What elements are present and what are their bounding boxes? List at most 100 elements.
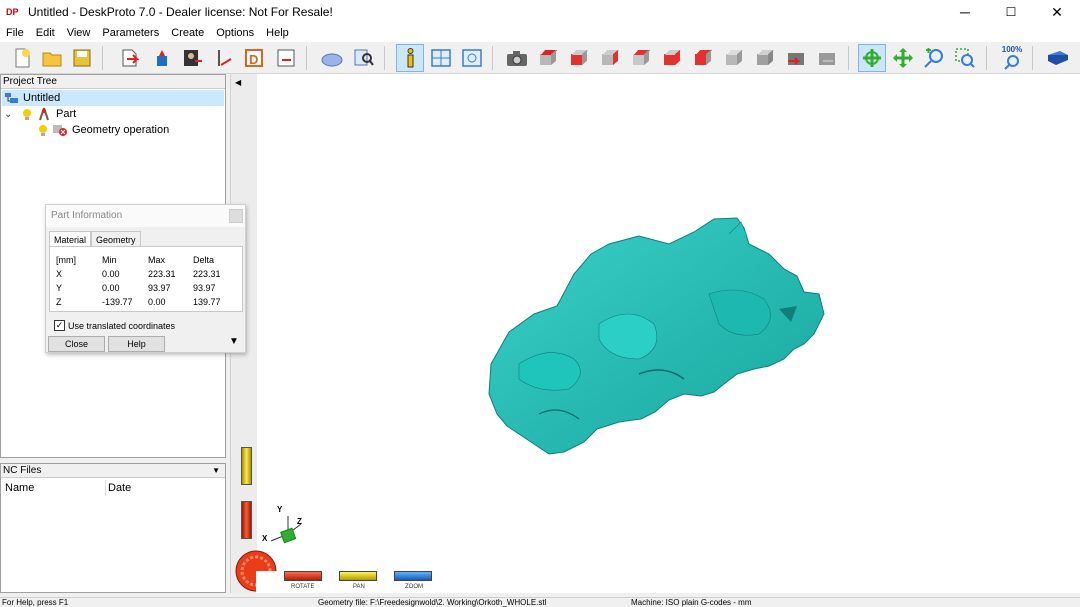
row-x-label: X: [56, 269, 63, 279]
menu-create[interactable]: Create: [165, 24, 210, 42]
header-min: Min: [102, 255, 117, 265]
dialog-close-icon[interactable]: [229, 209, 243, 223]
axis-triad: [270, 516, 302, 544]
export-icon[interactable]: [272, 44, 300, 72]
title-bar: DP Untitled - DeskProto 7.0 - Dealer lic…: [0, 0, 1080, 24]
dimensions-table: [mm] Min Max Delta X 0.00 223.31 223.31 …: [49, 246, 243, 312]
menu-options[interactable]: Options: [210, 24, 260, 42]
menu-help[interactable]: Help: [260, 24, 295, 42]
help-book-icon[interactable]: [1044, 44, 1072, 72]
close-window-button[interactable]: ✕: [1034, 0, 1080, 24]
translated-coordinates-option[interactable]: ✓ Use translated coordinates: [54, 320, 175, 331]
menu-file[interactable]: File: [0, 24, 30, 42]
menu-edit[interactable]: Edit: [30, 24, 61, 42]
part-wizard-icon[interactable]: [148, 44, 176, 72]
dxf-import-icon[interactable]: D: [240, 44, 268, 72]
header-delta: Delta: [193, 255, 215, 265]
open-folder-icon[interactable]: [38, 44, 66, 72]
status-machine: Machine: ISO plain G-codes - mm: [631, 598, 752, 607]
dropdown-arrow-icon[interactable]: ▼: [212, 464, 220, 478]
view-left-icon[interactable]: [658, 44, 686, 72]
pan-mode-button[interactable]: [339, 571, 377, 581]
camera-icon[interactable]: [503, 44, 531, 72]
view-side-icon[interactable]: [596, 44, 624, 72]
preview-icon[interactable]: [350, 44, 378, 72]
translated-coordinates-label: Use translated coordinates: [68, 320, 176, 331]
collapse-arrow-icon[interactable]: ◀: [235, 78, 241, 87]
layout-grid-icon[interactable]: [427, 44, 455, 72]
status-geometry-file: Geometry file: F:\Freedesignwold\2. Work…: [318, 598, 547, 607]
save-icon[interactable]: [68, 44, 96, 72]
bitmap-import-icon[interactable]: [178, 44, 206, 72]
tree-item-geometry-operation[interactable]: Geometry operation: [36, 122, 169, 138]
tree-item-geometry-operation-label: Geometry operation: [72, 124, 170, 136]
column-name[interactable]: Name: [5, 482, 34, 494]
next-view-icon[interactable]: [813, 44, 841, 72]
menu-parameters[interactable]: Parameters: [96, 24, 165, 42]
zoom-mode-button[interactable]: [394, 571, 432, 581]
import-geometry-icon[interactable]: [116, 44, 144, 72]
row-y-max: 93.97: [148, 283, 171, 293]
zoom-100-icon[interactable]: 100%: [998, 44, 1026, 72]
menu-bar: File Edit View Parameters Create Options…: [0, 24, 1080, 42]
status-help: For Help, press F1: [2, 598, 69, 607]
view-top-icon[interactable]: [720, 44, 748, 72]
project-tree-header: Project Tree: [1, 75, 225, 89]
view-right-icon[interactable]: [689, 44, 717, 72]
vector-import-icon[interactable]: [210, 44, 238, 72]
chevron-down-icon[interactable]: ⌄: [4, 109, 16, 120]
close-button[interactable]: Close: [48, 336, 105, 352]
pan-mode-label: PAN: [353, 584, 365, 590]
pan-view-icon[interactable]: [889, 44, 917, 72]
rotate-mode-label: ROTATE: [291, 584, 315, 590]
maximize-button[interactable]: ☐: [988, 0, 1034, 24]
translated-coordinates-checkbox[interactable]: ✓: [54, 320, 65, 331]
help-button[interactable]: Help: [108, 336, 165, 352]
status-bar: For Help, press F1 Geometry file: F:\Fre…: [0, 597, 1080, 607]
tree-item-part-label: Part: [56, 108, 77, 120]
nc-files-header: NC Files ▼: [1, 464, 225, 478]
view-bottom-icon[interactable]: [751, 44, 779, 72]
tree-item-untitled-label: Untitled: [23, 92, 61, 104]
lightbulb-icon: [36, 123, 50, 137]
row-z-delta: 139.77: [193, 297, 221, 307]
column-date[interactable]: Date: [108, 482, 131, 494]
rotate-slider-red[interactable]: [241, 501, 252, 539]
header-max: Max: [148, 255, 166, 265]
tree-item-untitled[interactable]: Untitled: [2, 90, 224, 106]
view-back-icon[interactable]: [627, 44, 655, 72]
tree-item-part[interactable]: ⌄ Part: [4, 106, 76, 122]
zoom-slider-yellow[interactable]: [241, 447, 252, 485]
view-window-icon[interactable]: [458, 44, 486, 72]
info-icon[interactable]: [396, 44, 424, 72]
row-y-delta: 93.97: [193, 283, 216, 293]
column-divider: [105, 480, 106, 496]
header-unit: [mm]: [56, 255, 76, 265]
project-icon: [4, 92, 20, 104]
zoom-window-icon[interactable]: [951, 44, 979, 72]
nc-files-title: NC Files: [3, 465, 42, 476]
row-x-max: 223.31: [148, 269, 176, 279]
menu-view[interactable]: View: [61, 24, 97, 42]
rotate-dial[interactable]: [234, 549, 278, 593]
expand-arrow-icon[interactable]: ▼: [229, 336, 239, 347]
new-file-icon[interactable]: [8, 44, 36, 72]
3d-viewport[interactable]: ◀ Y X Z ROTATE PAN ZOOM: [230, 74, 1080, 593]
axis-y-label: Y: [277, 505, 283, 514]
row-x-min: 0.00: [102, 269, 120, 279]
previous-view-icon[interactable]: [782, 44, 810, 72]
axis-x-label: X: [262, 534, 268, 543]
rotate-view-icon[interactable]: [858, 44, 886, 72]
3d-model[interactable]: [479, 214, 839, 459]
operation-error-icon: [52, 123, 68, 137]
dialog-title: Part Information: [51, 210, 123, 221]
window-title: Untitled - DeskProto 7.0 - Dealer licens…: [28, 5, 333, 19]
row-y-min: 0.00: [102, 283, 120, 293]
minimize-button[interactable]: ─: [942, 0, 988, 24]
view-iso-icon[interactable]: [534, 44, 562, 72]
row-z-label: Z: [56, 297, 62, 307]
zoom-in-icon[interactable]: [920, 44, 948, 72]
simulation-icon[interactable]: [318, 44, 346, 72]
view-front-icon[interactable]: [565, 44, 593, 72]
rotate-mode-button[interactable]: [284, 571, 322, 581]
